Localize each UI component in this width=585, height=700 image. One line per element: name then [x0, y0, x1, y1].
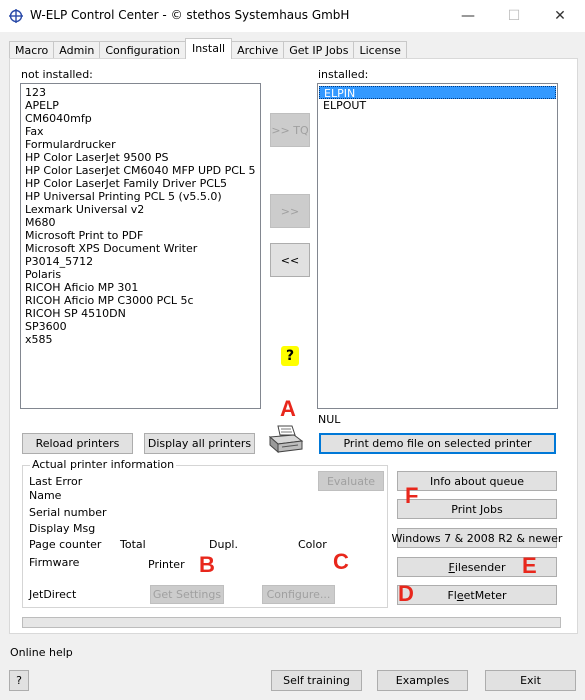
minimize-button[interactable]: — [445, 0, 491, 32]
port-label: NUL [318, 413, 341, 426]
installed-listbox[interactable]: ELPIN ELPOUT [317, 83, 558, 409]
help-button[interactable]: ? [9, 670, 29, 691]
page-counter-label: Page counter [29, 538, 102, 551]
display-all-printers-button[interactable]: Display all printers [144, 433, 255, 454]
exit-button[interactable]: Exit [485, 670, 576, 691]
list-item[interactable]: Polaris [21, 268, 260, 281]
printer-info-group-title: Actual printer information [30, 458, 177, 471]
list-item[interactable]: Microsoft XPS Document Writer [21, 242, 260, 255]
printer-label: Printer [148, 558, 185, 571]
list-item[interactable]: Lexmark Universal v2 [21, 203, 260, 216]
list-item[interactable]: M680 [21, 216, 260, 229]
annotation-marker-d: D [398, 581, 414, 606]
serial-number-label: Serial number [29, 506, 107, 519]
list-item[interactable]: RICOH Aficio MP 301 [21, 281, 260, 294]
minimize-icon: — [461, 8, 475, 24]
self-training-button[interactable]: Self training [271, 670, 362, 691]
list-item[interactable]: HP Universal Printing PCL 5 (v5.5.0) [21, 190, 260, 203]
help-question-badge[interactable]: ? [281, 346, 299, 366]
evaluate-button[interactable]: Evaluate [318, 471, 384, 491]
remove-printer-button[interactable]: << [270, 243, 310, 277]
tab-configuration[interactable]: Configuration [99, 41, 186, 59]
list-item[interactable]: APELP [21, 99, 260, 112]
tab-archive[interactable]: Archive [231, 41, 285, 59]
list-item[interactable]: RICOH SP 4510DN [21, 307, 260, 320]
get-settings-button[interactable]: Get Settings [150, 585, 224, 604]
name-label: Name [29, 489, 62, 502]
total-label: Total [120, 538, 146, 551]
annotation-marker-e: E [522, 553, 537, 578]
reload-printers-button[interactable]: Reload printers [22, 433, 133, 454]
examples-button[interactable]: Examples [377, 670, 468, 691]
fleetmeter-button[interactable]: Fl e etMeter [397, 585, 557, 605]
tab-strip: Macro Admin Configuration Install Archiv… [9, 38, 407, 59]
windows7-newer-button[interactable]: Windows 7 & 2008 R2 & newer [392, 528, 562, 548]
not-installed-listbox[interactable]: 123 APELP CM6040mfp Fax Formulardrucker … [20, 83, 261, 409]
info-about-queue-button[interactable]: Info about queue [397, 471, 557, 491]
list-item[interactable]: ELPOUT [319, 99, 556, 112]
maximize-button: ☐ [491, 0, 537, 32]
crosshair-globe-icon [9, 9, 23, 23]
fleetmeter-label-pre: Fl [447, 588, 457, 602]
list-item[interactable]: x585 [21, 333, 260, 346]
maximize-icon: ☐ [507, 8, 521, 24]
move-to-tq-button[interactable]: >> TQ [270, 113, 310, 147]
list-item[interactable]: Fax [21, 125, 260, 138]
printer-icon [268, 425, 304, 454]
tab-get-ip-jobs[interactable]: Get IP Jobs [283, 41, 355, 59]
list-item[interactable]: CM6040mfp [21, 112, 260, 125]
list-item[interactable]: Microsoft Print to PDF [21, 229, 260, 242]
list-item[interactable]: SP3600 [21, 320, 260, 333]
close-button[interactable]: ✕ [537, 0, 583, 32]
installed-label: installed: [318, 68, 369, 81]
jetdirect-label: JetDirect [29, 588, 77, 601]
tab-macro[interactable]: Macro [9, 41, 55, 59]
list-item[interactable]: HP Color LaserJet CM6040 MFP UPD PCL 5 [21, 164, 260, 177]
online-help-label: Online help [10, 646, 73, 659]
annotation-marker-f: F [405, 483, 419, 508]
list-item[interactable]: RICOH Aficio MP C3000 PCL 5c [21, 294, 260, 307]
tab-admin[interactable]: Admin [53, 41, 101, 59]
not-installed-label: not installed: [21, 68, 93, 81]
fleetmeter-mnemonic: e [456, 588, 464, 602]
close-icon: ✕ [554, 8, 566, 24]
list-item-selected[interactable]: ELPIN [319, 86, 556, 100]
fleetmeter-label-post: etMeter [463, 588, 507, 602]
color-label: Color [298, 538, 327, 551]
tab-install[interactable]: Install [184, 38, 233, 59]
display-msg-label: Display Msg [29, 522, 96, 535]
annotation-marker-c: C [333, 549, 349, 574]
list-item[interactable]: P3014_5712 [21, 255, 260, 268]
list-item[interactable]: HP Color LaserJet 9500 PS [21, 151, 260, 164]
annotation-marker-b: B [199, 552, 215, 577]
last-error-label: Last Error [29, 475, 83, 488]
tab-license[interactable]: License [353, 41, 407, 59]
dupl-label: Dupl. [209, 538, 238, 551]
window-title: W-ELP Control Center - © stethos Systemh… [30, 8, 350, 22]
print-jobs-button[interactable]: Print Jobs [397, 499, 557, 519]
list-item[interactable]: HP Color LaserJet Family Driver PCL5 [21, 177, 260, 190]
progress-bar [22, 617, 561, 628]
list-item[interactable]: 123 [21, 86, 260, 99]
firmware-label: Firmware [29, 556, 80, 569]
configure-button[interactable]: Configure... [262, 585, 335, 604]
print-demo-button[interactable]: Print demo file on selected printer [319, 433, 556, 454]
add-printer-button[interactable]: >> [270, 194, 310, 228]
annotation-marker-a: A [280, 396, 296, 421]
filesender-label: ilesender [454, 560, 506, 574]
list-item[interactable]: Formulardrucker [21, 138, 260, 151]
